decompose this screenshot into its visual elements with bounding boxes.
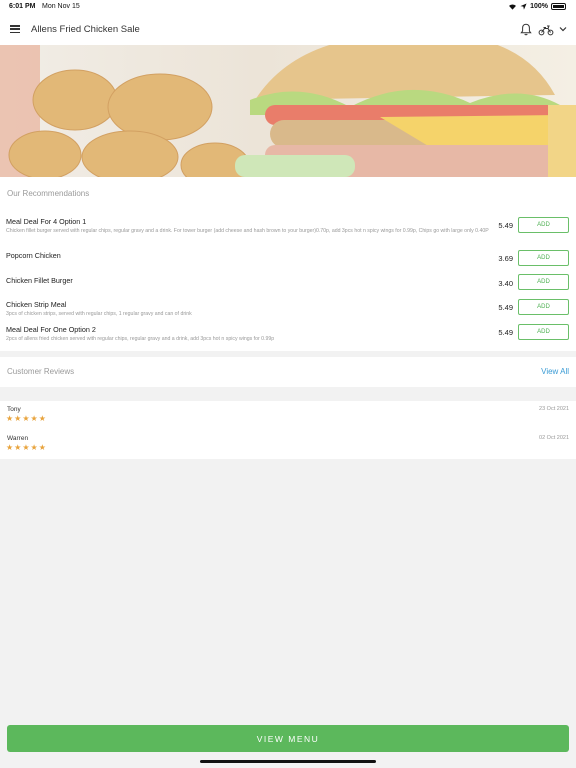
add-button[interactable]: ADD — [518, 274, 569, 290]
reviews-title: Customer Reviews — [7, 367, 75, 376]
item-name: Chicken Strip Meal — [6, 300, 67, 309]
item-name: Meal Deal For 4 Option 1 — [6, 217, 87, 226]
review-item: Warren 02 Oct 2021 ★ ★ ★ ★ ★ — [0, 430, 576, 458]
notification-bell-icon[interactable] — [520, 23, 532, 36]
status-indicators: 100% — [508, 3, 566, 10]
item-description: 3pcs of chicken strips, served with regu… — [6, 311, 192, 317]
hero-banner-image — [0, 45, 576, 177]
view-all-link[interactable]: View All — [541, 367, 569, 376]
star-icon: ★ — [14, 414, 22, 423]
reviews-list: Tony 23 Oct 2021 ★ ★ ★ ★ ★ Warren 02 Oct 202… — [0, 401, 576, 459]
item-price: 3.69 — [498, 254, 513, 263]
recommendations-title: Our Recommendations — [7, 189, 90, 198]
delivery-scooter-icon[interactable] — [538, 23, 554, 36]
review-date: 23 Oct 2021 — [539, 406, 569, 412]
home-indicator — [200, 760, 376, 763]
menu-icon[interactable] — [10, 25, 20, 34]
star-icon: ★ — [38, 414, 46, 423]
recommendations-section: Our Recommendations Meal Deal For 4 Opti… — [0, 177, 576, 351]
item-price: 3.40 — [498, 279, 513, 288]
star-rating: ★ ★ ★ ★ ★ — [6, 415, 46, 423]
star-icon: ★ — [22, 443, 30, 452]
add-button[interactable]: ADD — [518, 217, 569, 233]
add-button[interactable]: ADD — [518, 299, 569, 315]
star-icon: ★ — [6, 414, 14, 423]
chevron-down-icon[interactable] — [559, 26, 567, 32]
item-description: 2pcs of allens fried chicken served with… — [6, 336, 275, 342]
star-icon: ★ — [30, 443, 38, 452]
status-date: Mon Nov 15 — [42, 3, 80, 10]
star-rating: ★ ★ ★ ★ ★ — [6, 444, 46, 452]
item-price: 5.49 — [498, 303, 513, 312]
battery-percent: 100% — [530, 3, 548, 10]
item-description: Chicken fillet burger served with regula… — [6, 228, 489, 234]
add-button[interactable]: ADD — [518, 324, 569, 340]
star-icon: ★ — [14, 443, 22, 452]
add-button[interactable]: ADD — [518, 250, 569, 266]
star-icon: ★ — [38, 443, 46, 452]
star-icon: ★ — [22, 414, 30, 423]
item-name: Meal Deal For One Option 2 — [6, 325, 96, 334]
status-time: 6:01 PM — [9, 3, 36, 10]
star-icon: ★ — [6, 443, 14, 452]
review-item: Tony 23 Oct 2021 ★ ★ ★ ★ ★ — [0, 401, 576, 429]
item-name: Chicken Fillet Burger — [6, 276, 73, 285]
status-bar: 6:01 PM Mon Nov 15 100% — [0, 0, 576, 14]
reviewer-name: Tony — [7, 406, 21, 413]
page-title: Allens Fried Chicken Sale — [31, 24, 140, 35]
battery-icon — [551, 3, 566, 10]
item-price: 5.49 — [498, 221, 513, 230]
item-name: Popcorn Chicken — [6, 251, 61, 260]
reviewer-name: Warren — [7, 435, 29, 442]
star-icon: ★ — [30, 414, 38, 423]
app-bar: Allens Fried Chicken Sale — [0, 14, 576, 45]
reviews-header: Customer Reviews View All — [0, 357, 576, 387]
review-date: 02 Oct 2021 — [539, 435, 569, 441]
view-menu-button[interactable]: VIEW MENU — [7, 725, 569, 752]
location-icon — [520, 3, 527, 10]
wifi-icon — [509, 4, 517, 10]
item-price: 5.49 — [498, 328, 513, 337]
